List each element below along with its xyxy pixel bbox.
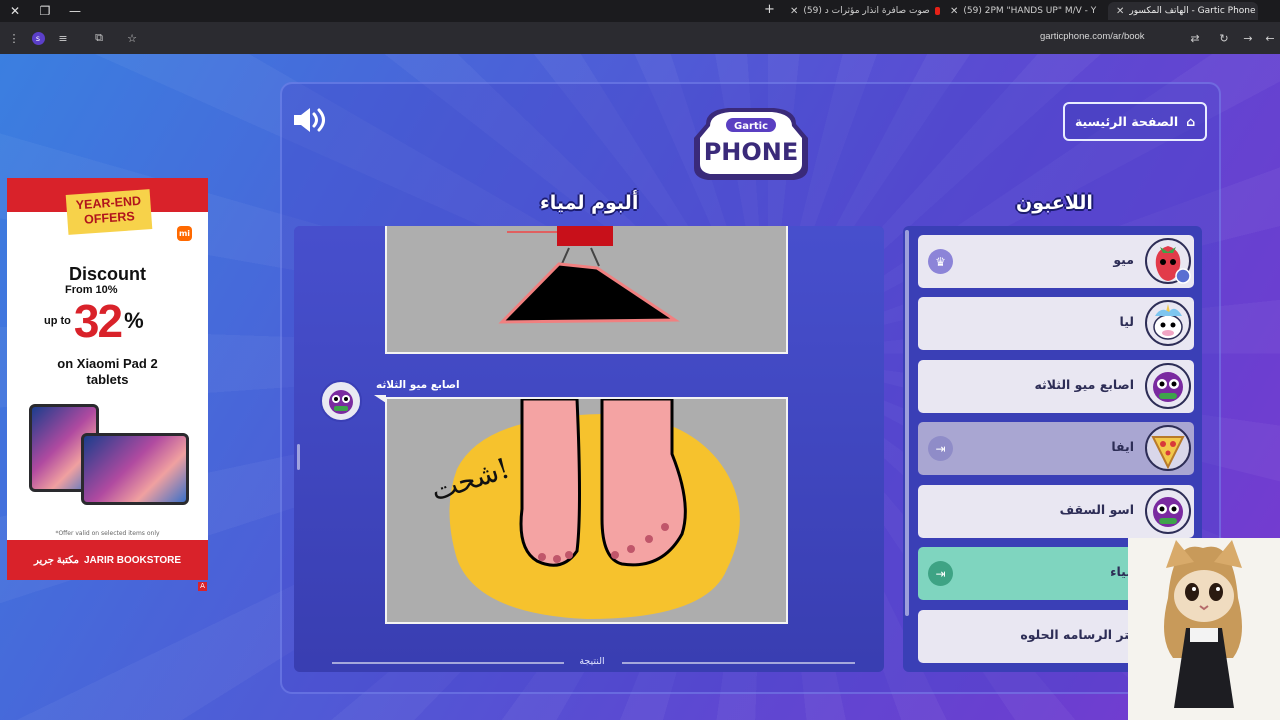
result-label[interactable]: النتيجة [572,656,612,667]
share-icon[interactable]: ⧉ [91,30,107,46]
bookmark-star-icon[interactable]: ☆ [124,30,140,46]
ad-offer-tag: YEAR-END OFFERS [65,189,153,235]
youtube-icon [934,7,940,15]
gartic-phone-logo: Gartic PHONE [694,108,808,180]
player-row-2[interactable]: ليا [918,297,1194,350]
players-title: اللاعبون [1016,192,1093,214]
previous-drawing-art [498,226,680,324]
player-name: لتر الرسامه الحلوه [1020,627,1134,642]
drawing-author: اصابع ميو الثلاثه [376,379,460,391]
ad-percent-sign: % [124,308,144,333]
players-scrollbar[interactable] [905,230,909,616]
feet-drawing-art: شحت! [427,397,740,619]
webcam-overlay [1128,538,1280,720]
tab-youtube-2pm[interactable]: ✕ (59) 2PM "HANDS UP" M/V - Y [950,2,1100,20]
media-control-icon[interactable]: ≡ [55,30,71,46]
reload-icon[interactable]: ↻ [1216,30,1232,46]
cat-webcam-image [1128,538,1280,720]
player-name: ميو [1113,252,1134,267]
purple-monster-avatar-icon [1145,363,1191,409]
restore-window-icon[interactable]: ❐ [30,0,60,22]
sound-icon[interactable] [292,106,328,134]
forward-icon[interactable]: → [1240,30,1256,46]
ad-percent: 32 [73,295,123,347]
advertisement[interactable]: YEAR-END OFFERS mi Discount From 10% up … [7,178,208,580]
address-bar[interactable]: garticphone.com/ar/book [1040,31,1183,42]
browser-tab-bar: ✕ ❐ — + ✕ (59) صوت صافرة انذار مؤثرات د … [0,0,1280,22]
player-row-3[interactable]: اصابع ميو الثلاثه [918,360,1194,413]
exit-icon: ⇥ [928,436,953,461]
close-tab-icon[interactable]: ✕ [790,6,798,17]
player-row-1[interactable]: ميو ♛ [918,235,1194,288]
player-row-5[interactable]: اسو السقف [918,485,1194,538]
ad-product-line-2: tablets [86,372,129,387]
author-avatar-icon [320,380,362,422]
exit-icon: ⇥ [928,561,953,586]
home-icon: ⌂ [1186,114,1196,129]
previous-drawing [385,226,788,354]
tab-gartic-phone[interactable]: ✕ الهاتف المكسور - Gartic Phone [1108,2,1258,20]
store-name: JARIR BOOKSTORE [84,554,182,566]
unicorn-avatar-icon [1145,300,1191,346]
browser-toolbar: ⋮ s ≡ ⧉ ☆ garticphone.com/ar/book ⇄ ↻ → … [0,22,1280,54]
ad-product-line-1: on Xiaomi Pad 2 [57,356,158,371]
menu-icon[interactable]: ⋮ [6,30,22,46]
store-name-ar: مكتبة جرير [33,554,79,566]
new-tab-button[interactable]: + [764,2,775,17]
album-title: ألبوم لمياء [540,192,639,214]
close-window-icon[interactable]: ✕ [0,0,30,22]
strawberry-avatar-icon [1145,238,1191,284]
site-settings-icon[interactable]: ⇄ [1187,30,1203,46]
gartic-page: YEAR-END OFFERS mi Discount From 10% up … [0,54,1280,720]
close-tab-icon[interactable]: ✕ [950,6,958,17]
player-name: ايفا [1111,439,1134,454]
jarir-logo: مكتبة جرير JARIR BOOKSTORE [7,540,208,580]
logo-bottom-text: PHONE [704,138,799,166]
close-tab-icon[interactable]: ✕ [1116,6,1124,17]
album-scrollbar[interactable] [297,444,300,470]
player-name: اصابع ميو الثلاثه [1034,377,1134,392]
player-name: اسو السقف [1059,502,1134,517]
tab-title: الهاتف المكسور - Gartic Phone [1129,6,1256,16]
extension-icon[interactable]: s [30,30,46,46]
ad-percent-row: up to 32 % [44,298,144,344]
tab-title: (59) صوت صافرة انذار مؤثرات د [803,6,930,16]
logo-top-text: Gartic [734,121,768,132]
ad-choices-icon[interactable]: A [198,582,207,591]
tab-title: (59) 2PM "HANDS UP" M/V - Y [963,6,1097,16]
tab-youtube-siren[interactable]: ✕ (59) صوت صافرة انذار مؤثرات د [790,2,940,20]
ad-fine-print: *Offer valid on selected items only [55,530,160,537]
footer-line-left [332,662,564,664]
pizza-avatar-icon [1145,425,1191,471]
minimize-window-icon[interactable]: — [60,0,90,22]
crown-icon: ♛ [928,249,953,274]
ad-headline: Discount [68,264,146,284]
player-row-4[interactable]: ايفا ⇥ [918,422,1194,475]
purple-monster-avatar-icon [1145,488,1191,534]
xiaomi-logo: mi [177,226,192,241]
tablet-keyboard-image [81,433,189,505]
current-drawing: شحت! [385,397,788,624]
player-name: ليا [1119,314,1135,329]
ad-product: on Xiaomi Pad 2 tablets [7,356,208,388]
home-button[interactable]: ⌂ الصفحة الرئيسية [1063,102,1207,141]
footer-line-right [622,662,855,664]
home-button-label: الصفحة الرئيسية [1074,114,1179,129]
back-icon[interactable]: ← [1262,30,1278,46]
ad-upto: up to [44,315,71,327]
